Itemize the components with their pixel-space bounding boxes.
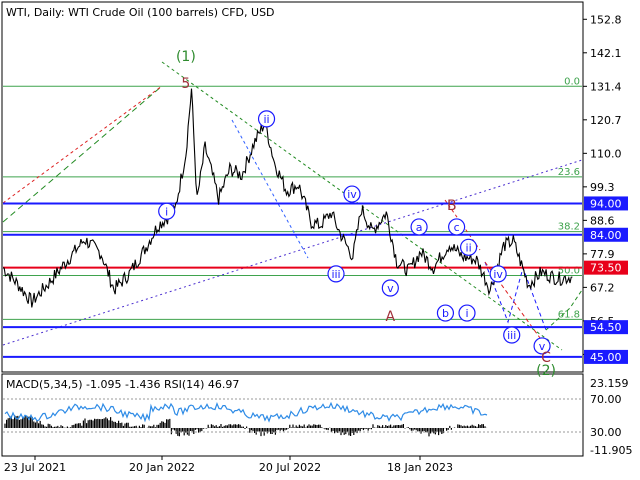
wave-label: 5 xyxy=(181,76,190,92)
indicator-tick-label: 30.00 xyxy=(590,426,622,439)
fibo-level-label: 61.8 xyxy=(558,309,580,320)
chart-title: WTI, Daily: WTI Crude Oil (100 barrels) … xyxy=(6,6,275,19)
chart-canvas: WTI, Daily: WTI Crude Oil (100 barrels) … xyxy=(1,1,632,474)
indicator-tick-label: -11.905 xyxy=(590,444,632,457)
price-level-badge-label: 45.00 xyxy=(590,351,622,364)
price-tick-label: 77.9 xyxy=(590,248,615,261)
wave-label: iv xyxy=(347,188,357,201)
price-tick-label: 88.6 xyxy=(590,214,615,227)
price-tick-label: 152.8 xyxy=(590,13,622,26)
price-level-badge-label: 94.00 xyxy=(590,197,622,210)
wave-label: iii xyxy=(331,268,340,281)
price-level-badge-label: 54.50 xyxy=(590,321,622,334)
indicator-title: MACD(5,34,5) -1.095 -1.436 RSI(14) 46.97 xyxy=(6,378,239,391)
fibo-level-label: 38.2 xyxy=(558,222,580,233)
wave-label: (2) xyxy=(536,363,556,379)
indicator-axis: 23.159 70.00 30.00 -11.905 xyxy=(590,377,632,457)
indicator-tick-label: 23.159 xyxy=(590,377,629,390)
wave-label: ii xyxy=(263,113,269,126)
wave-label: v xyxy=(387,282,394,295)
wave-label: iv xyxy=(493,268,503,281)
time-tick-label: 20 Jul 2022 xyxy=(259,461,321,474)
wave-label: B xyxy=(447,198,457,214)
price-tick-label: 131.4 xyxy=(590,80,622,93)
wave-label: iii xyxy=(507,329,516,342)
price-tick-label: 110.0 xyxy=(590,147,622,160)
indicator-tick-label: 70.00 xyxy=(590,393,622,406)
wave-label: (1) xyxy=(176,49,196,65)
price-axis: 152.8 142.1 131.4 120.7 110.0 99.3 88.6 77.9 67.… xyxy=(583,13,628,364)
wave-label: ii xyxy=(466,241,472,254)
fibo-level-label: 0.0 xyxy=(564,76,580,87)
wave-label: a xyxy=(416,221,423,234)
wave-label: A xyxy=(386,309,396,325)
price-tick-label: 120.7 xyxy=(590,114,622,127)
time-tick-label: 18 Jan 2023 xyxy=(387,461,453,474)
price-level-badge-label: 73.50 xyxy=(590,262,622,275)
price-level-badge-label: 84.00 xyxy=(590,229,622,242)
time-tick-label: 23 Jul 2021 xyxy=(4,461,66,474)
price-tick-label: 142.1 xyxy=(590,47,622,60)
wave-label: b xyxy=(442,307,449,320)
price-tick-label: 99.3 xyxy=(590,181,615,194)
wave-label: i xyxy=(465,307,468,320)
price-tick-label: 67.2 xyxy=(590,281,615,294)
wave-label: c xyxy=(454,221,460,234)
time-axis: 23 Jul 2021 20 Jan 2022 20 Jul 2022 18 Jan … xyxy=(4,456,453,474)
fibo-level-label: 23.6 xyxy=(558,167,580,178)
time-tick-label: 20 Jan 2022 xyxy=(129,461,195,474)
wave-label: i xyxy=(165,205,168,218)
